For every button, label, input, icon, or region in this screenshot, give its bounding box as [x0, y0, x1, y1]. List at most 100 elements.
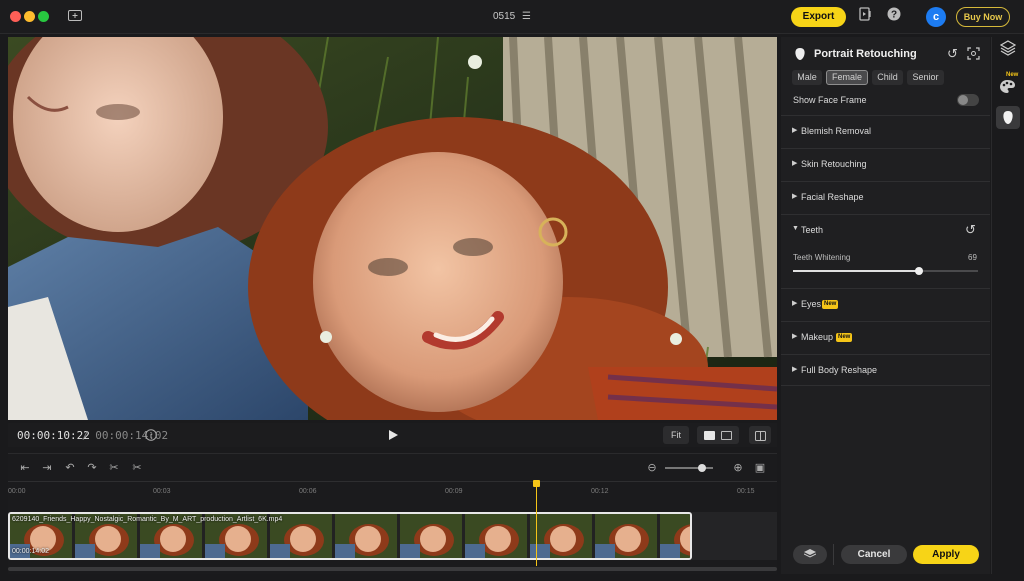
avatar[interactable]: c — [926, 7, 946, 27]
timeline-scrollbar[interactable] — [8, 567, 777, 571]
section-label: Blemish Removal — [801, 126, 872, 136]
timeline: ⇤ ⇥ ↶ ↷ ✂ ✂ ⊖ ⊕ ▣ 00:00 00:03 00:06 00:0… — [8, 453, 777, 574]
section-facial-reshape[interactable]: ▶ Facial Reshape — [781, 181, 990, 213]
project-title-text: 0515 — [493, 11, 516, 22]
trim-start-icon[interactable]: ⇤ — [17, 460, 33, 476]
teeth-whitening-value: 69 — [968, 253, 977, 262]
section-label: Full Body Reshape — [801, 365, 878, 375]
new-badge: New — [836, 333, 853, 342]
undo-icon[interactable]: ↶ — [62, 460, 78, 476]
new-badge: New — [1006, 72, 1019, 78]
video-preview[interactable] — [8, 37, 777, 420]
caret-right-icon: ▶ — [792, 333, 798, 340]
clip-filename: 6209140_Friends_Happy_Nostalgic_Romantic… — [12, 516, 283, 523]
section-full-body-reshape[interactable]: ▶ Full Body Reshape — [781, 354, 990, 386]
tab-male[interactable]: Male — [792, 70, 822, 85]
reset-icon[interactable]: ↺ — [947, 47, 961, 61]
layers-icon — [803, 549, 817, 558]
face-icon — [793, 47, 807, 61]
caret-right-icon: ▶ — [792, 127, 798, 134]
ruler-line — [8, 481, 777, 482]
tab-child[interactable]: Child — [872, 70, 903, 85]
tick-label: 00:12 — [591, 488, 609, 495]
section-eyes[interactable]: ▶ Eyes New — [781, 288, 990, 320]
teeth-whitening-slider-thumb[interactable] — [915, 267, 923, 275]
divider — [833, 544, 834, 565]
clip-thumbnail — [595, 514, 657, 558]
clip-thumbnail — [400, 514, 462, 558]
caret-right-icon: ▶ — [792, 300, 798, 307]
single-view-icon[interactable] — [704, 431, 715, 441]
teeth-whitening-label: Teeth Whitening — [793, 253, 851, 262]
tick-label: 00:03 — [153, 488, 171, 495]
clip-thumbnail — [530, 514, 592, 558]
layout-icon[interactable] — [749, 426, 771, 444]
tick-label: 00:00 — [8, 488, 26, 495]
playhead-handle[interactable] — [533, 480, 540, 487]
clip-duration: 00:00:14:02 — [12, 548, 49, 555]
list-icon[interactable]: ☰ — [522, 11, 531, 22]
tab-female[interactable]: Female — [826, 70, 868, 85]
delete-segment-icon[interactable]: ✂ — [129, 460, 145, 476]
playhead[interactable] — [536, 484, 537, 566]
section-skin-retouching[interactable]: ▶ Skin Retouching — [781, 148, 990, 180]
section-label: Eyes — [801, 299, 822, 309]
export-button[interactable]: Export — [791, 7, 846, 27]
trim-end-icon[interactable]: ⇥ — [39, 460, 55, 476]
video-clip[interactable]: 6209140_Friends_Happy_Nostalgic_Romantic… — [8, 512, 692, 560]
panel-title: Portrait Retouching — [814, 48, 917, 60]
caret-down-icon: ▼ — [792, 225, 799, 232]
compare-view-toggle[interactable] — [697, 426, 739, 444]
layers-button[interactable] — [793, 545, 827, 564]
apply-button[interactable]: Apply — [913, 545, 979, 564]
section-makeup[interactable]: ▶ Makeup New — [781, 321, 990, 353]
section-label: Facial Reshape — [801, 192, 864, 202]
split-view-icon[interactable] — [721, 431, 732, 441]
palette-icon[interactable] — [999, 79, 1017, 95]
fit-zoom-button[interactable]: Fit — [663, 426, 689, 444]
help-icon[interactable]: ? — [884, 7, 904, 27]
tick-label: 00:15 — [737, 488, 755, 495]
portrait-retouching-panel: Portrait Retouching ↺ Male Female Child … — [781, 37, 990, 574]
caret-right-icon: ▶ — [792, 160, 798, 167]
teeth-whitening-slider-fill — [793, 270, 919, 272]
caret-right-icon: ▶ — [792, 193, 798, 200]
new-badge: New — [822, 300, 839, 309]
cancel-button[interactable]: Cancel — [841, 545, 907, 564]
section-teeth[interactable]: ▼ Teeth ↺ Teeth Whitening 69 — [781, 214, 990, 288]
section-label: Makeup — [801, 332, 834, 342]
current-time: 00:00:10:22 — [17, 429, 90, 442]
split-scissors-icon[interactable]: ✂ — [106, 460, 122, 476]
player-controls: 00:00:10:22 / 00:00:14:02 Fit — [8, 423, 777, 447]
fit-timeline-icon[interactable]: ▣ — [752, 460, 768, 476]
redo-icon[interactable]: ↷ — [84, 460, 100, 476]
face-icon — [1003, 111, 1013, 124]
media-import-icon[interactable] — [856, 7, 876, 27]
tab-senior[interactable]: Senior — [907, 70, 944, 85]
show-face-frame-label: Show Face Frame — [793, 95, 867, 105]
title-bar: 0515 ☰ Export ? c Buy Now — [0, 0, 1024, 34]
svg-text:?: ? — [891, 10, 897, 21]
portrait-retouching-tool[interactable] — [996, 106, 1020, 129]
tick-label: 00:09 — [445, 488, 463, 495]
caret-right-icon: ▶ — [792, 366, 798, 373]
clip-thumbnail — [465, 514, 527, 558]
clip-thumbnail — [660, 514, 690, 558]
video-frame-image — [8, 37, 777, 420]
clip-thumbnail — [335, 514, 397, 558]
face-scan-icon[interactable] — [967, 47, 981, 61]
section-label: Skin Retouching — [801, 159, 867, 169]
play-icon[interactable] — [387, 429, 399, 441]
layers-stack-icon[interactable] — [999, 40, 1017, 56]
zoom-in-icon[interactable]: ⊕ — [730, 460, 746, 476]
buy-now-button[interactable]: Buy Now — [956, 7, 1010, 27]
section-label: Teeth — [801, 225, 824, 235]
tick-label: 00:06 — [299, 488, 317, 495]
info-icon[interactable] — [145, 429, 157, 441]
side-toolbar: New — [991, 37, 1024, 574]
section-blemish-removal[interactable]: ▶ Blemish Removal — [781, 115, 990, 147]
zoom-out-icon[interactable]: ⊖ — [644, 460, 660, 476]
teeth-reset-icon[interactable]: ↺ — [965, 223, 976, 237]
timeline-zoom-slider-thumb[interactable] — [698, 464, 706, 472]
show-face-frame-toggle[interactable] — [957, 94, 979, 106]
